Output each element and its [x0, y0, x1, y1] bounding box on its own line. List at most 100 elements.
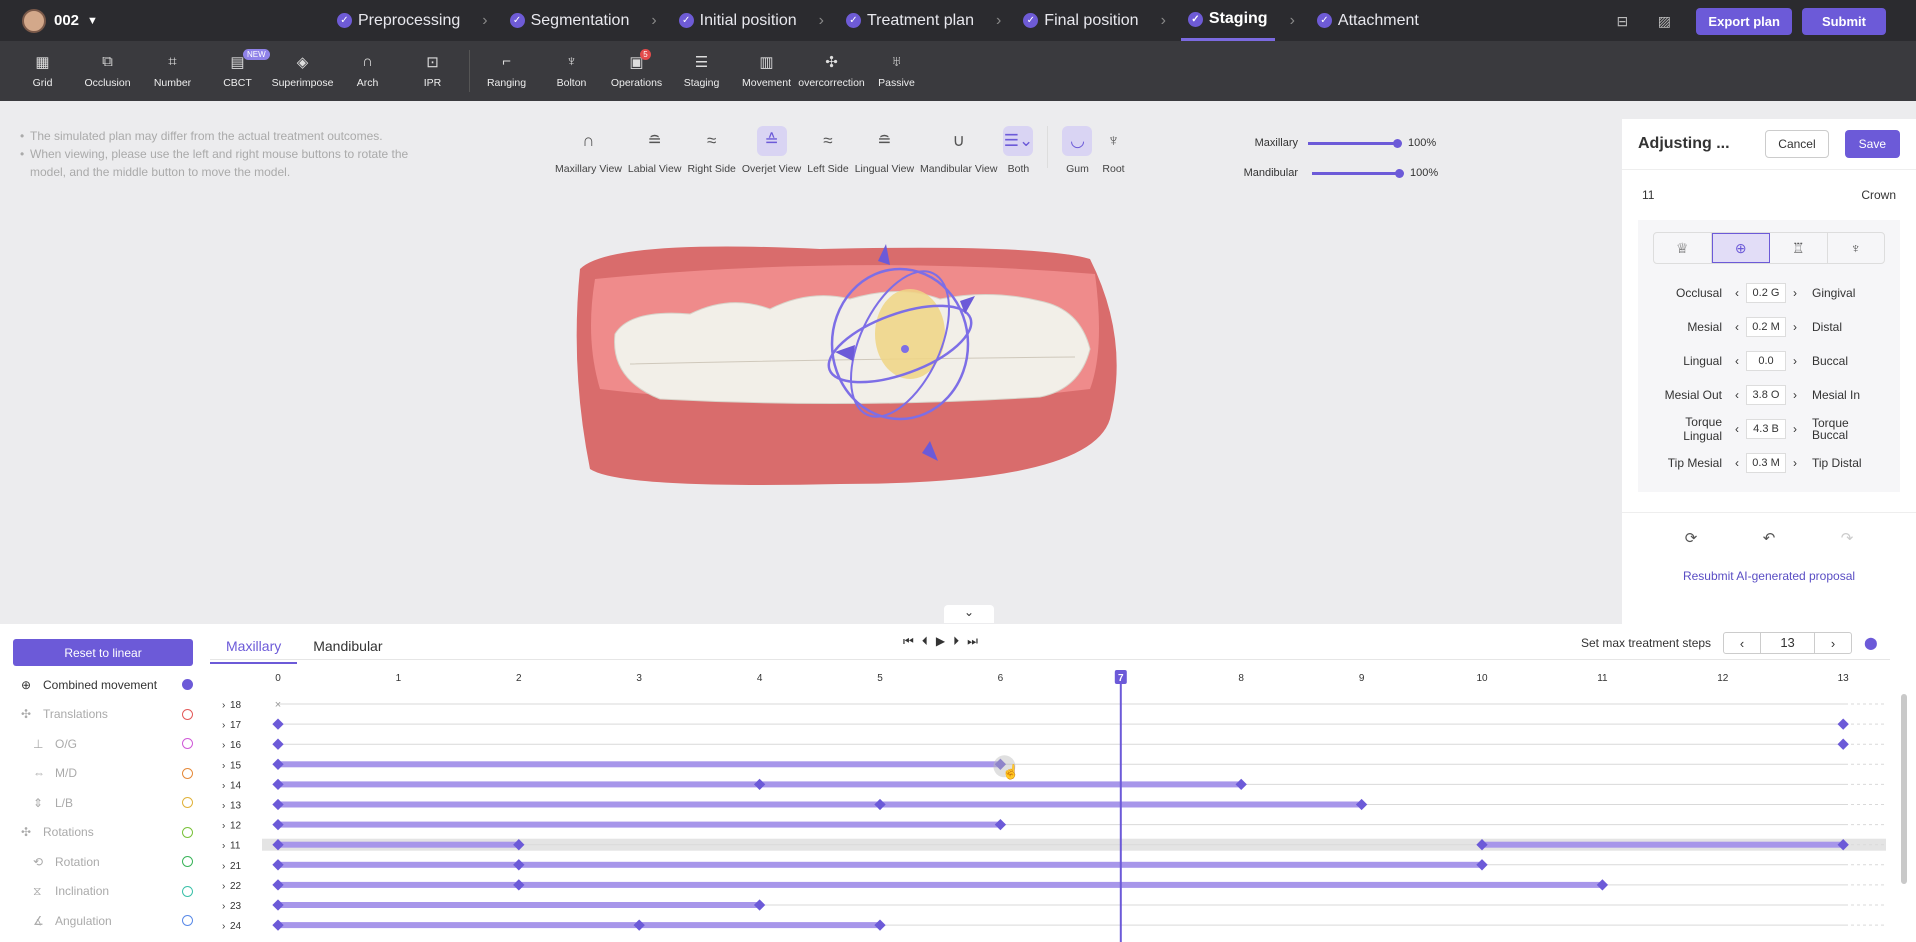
- reset-icon[interactable]: ⟳: [1685, 529, 1698, 547]
- slider-handle[interactable]: [1395, 168, 1404, 178]
- stage-keypoint[interactable]: [272, 758, 284, 770]
- movement-filter-rotations[interactable]: ✣ Rotations: [13, 818, 193, 848]
- tool-movement[interactable]: ▥ Movement: [734, 53, 799, 89]
- root-tab-icon[interactable]: ♖: [1770, 233, 1828, 263]
- movement-bar[interactable]: [278, 821, 1001, 828]
- stage-keypoint[interactable]: [513, 879, 525, 891]
- adjust-value-input[interactable]: 0.3 M: [1746, 453, 1786, 473]
- step-initial-position[interactable]: ✓ Initial position: [672, 0, 804, 41]
- increment-icon[interactable]: ›: [1815, 636, 1851, 651]
- image-icon[interactable]: ▨: [1654, 12, 1674, 32]
- row-expand-icon[interactable]: ›: [222, 780, 225, 791]
- stage-keypoint[interactable]: [1476, 859, 1488, 871]
- stage-keypoint[interactable]: [753, 778, 766, 791]
- stage-keypoint[interactable]: [633, 919, 645, 931]
- row-expand-icon[interactable]: ›: [222, 821, 225, 832]
- tool-staging[interactable]: ☰ Staging: [669, 53, 734, 89]
- stage-keypoint[interactable]: [874, 798, 886, 811]
- step-segmentation[interactable]: ✓ Segmentation: [503, 0, 637, 41]
- adjust-value-input[interactable]: 4.3 B: [1746, 419, 1786, 439]
- movement-filter-m-d[interactable]: ⇔ M/D: [13, 759, 193, 789]
- row-expand-icon[interactable]: ›: [222, 760, 225, 771]
- step-preprocessing[interactable]: ✓ Preprocessing: [330, 0, 467, 41]
- teeth-model[interactable]: [570, 239, 1130, 499]
- maxillary-slider[interactable]: [1308, 138, 1402, 148]
- step-final-position[interactable]: ✓ Final position: [1016, 0, 1145, 41]
- stage-keypoint[interactable]: [272, 899, 284, 911]
- stage-keypoint[interactable]: [272, 738, 284, 750]
- stage-keypoint[interactable]: [513, 859, 525, 871]
- view-labial-view[interactable]: ≘ Labial View: [628, 126, 682, 175]
- chevron-right-icon[interactable]: ›: [1788, 320, 1802, 334]
- submit-button[interactable]: Submit: [1801, 8, 1886, 35]
- export-plan-button[interactable]: Export plan: [1696, 8, 1792, 35]
- tool-bolton[interactable]: ♆ Bolton: [539, 53, 604, 89]
- movement-filter-angulation[interactable]: ∡ Angulation: [13, 906, 193, 936]
- stage-keypoint[interactable]: [272, 778, 284, 791]
- movement-filter-combined-movement[interactable]: ⊕ Combined movement: [13, 670, 193, 700]
- max-steps-value[interactable]: 13: [1760, 632, 1816, 654]
- stage-keypoint[interactable]: [272, 718, 284, 730]
- row-expand-icon[interactable]: ›: [222, 861, 225, 872]
- tool-ranging[interactable]: ⌐ Ranging: [474, 53, 539, 89]
- adjust-value-input[interactable]: 0.0: [1746, 351, 1786, 371]
- row-expand-icon[interactable]: ›: [222, 881, 225, 892]
- tooth-tab-icon[interactable]: ♆: [1828, 233, 1885, 263]
- collapse-timeline-button[interactable]: ⌄: [944, 605, 994, 623]
- chevron-right-icon[interactable]: ›: [1788, 354, 1802, 368]
- gizmo-tab-icon[interactable]: ⊕: [1711, 233, 1770, 263]
- row-expand-icon[interactable]: ›: [222, 841, 225, 852]
- row-expand-icon[interactable]: ›: [222, 720, 225, 731]
- view-root[interactable]: ♆ Root: [1098, 126, 1128, 175]
- stage-keypoint[interactable]: [272, 798, 284, 811]
- tool-occlusion[interactable]: ⧉ Occlusion: [75, 53, 140, 89]
- movement-bar[interactable]: [278, 801, 1362, 808]
- stage-keypoint[interactable]: [272, 879, 284, 891]
- row-expand-icon[interactable]: ›: [222, 740, 225, 751]
- row-expand-icon[interactable]: ›: [222, 901, 225, 912]
- undo-icon[interactable]: ↶: [1763, 529, 1776, 547]
- view-both[interactable]: ☰⌄ Both: [1003, 126, 1034, 175]
- stage-keypoint[interactable]: [1235, 778, 1247, 791]
- crown-tab-icon[interactable]: ♕: [1654, 233, 1712, 263]
- chevron-left-icon[interactable]: ‹: [1730, 320, 1744, 334]
- tool-superimpose[interactable]: ◈ Superimpose: [270, 53, 335, 89]
- view-maxillary-view[interactable]: ∩ Maxillary View: [555, 126, 622, 175]
- movement-bar[interactable]: [278, 902, 760, 908]
- adjust-value-input[interactable]: 0.2 M: [1746, 317, 1786, 337]
- tool-ipr[interactable]: ⊡ IPR: [400, 53, 465, 89]
- tool-arch[interactable]: ∩ Arch: [335, 53, 400, 89]
- stage-keypoint[interactable]: [1837, 738, 1849, 750]
- step-staging[interactable]: ✓ Staging: [1180, 0, 1275, 41]
- redo-icon[interactable]: ↷: [1841, 529, 1854, 547]
- stage-keypoint[interactable]: [272, 859, 284, 871]
- view-overjet-view[interactable]: ≙ Overjet View: [742, 126, 801, 175]
- chevron-right-icon[interactable]: ›: [1788, 422, 1802, 436]
- tool-overcorrection[interactable]: ✣ overcorrection: [798, 53, 865, 89]
- adjust-value-input[interactable]: 3.8 O: [1746, 385, 1786, 405]
- view-mandibular-view[interactable]: ∪ Mandibular View: [920, 126, 997, 175]
- row-expand-icon[interactable]: ›: [222, 700, 225, 711]
- stage-keypoint[interactable]: [874, 919, 886, 931]
- skip-to-end-icon[interactable]: ⏭: [967, 634, 978, 649]
- adjust-value-input[interactable]: 0.2 G: [1746, 283, 1786, 303]
- view-lingual-view[interactable]: ≘ Lingual View: [855, 126, 914, 175]
- max-steps-stepper[interactable]: ‹ 13 ›: [1723, 632, 1853, 654]
- stage-keypoint[interactable]: [1355, 798, 1368, 811]
- view-right-side[interactable]: ≈ Right Side: [687, 126, 735, 175]
- view-left-side[interactable]: ≈ Left Side: [807, 126, 848, 175]
- tool-operations[interactable]: ▣ Operations 5: [604, 49, 669, 89]
- view-gum[interactable]: ◡ Gum: [1062, 126, 1093, 175]
- step-treatment-plan[interactable]: ✓ Treatment plan: [839, 0, 981, 41]
- reset-to-linear-button[interactable]: Reset to linear: [13, 639, 193, 666]
- mandibular-slider[interactable]: [1312, 168, 1404, 178]
- stage-keypoint[interactable]: [1596, 879, 1609, 891]
- cancel-button[interactable]: Cancel: [1765, 130, 1829, 158]
- movement-bar[interactable]: [278, 861, 1482, 868]
- skip-to-start-icon[interactable]: ⏮: [903, 634, 914, 649]
- movement-bar[interactable]: [278, 761, 1001, 768]
- save-button[interactable]: Save: [1844, 130, 1900, 158]
- movement-bar[interactable]: [1482, 841, 1844, 848]
- chevron-right-icon[interactable]: ›: [1788, 456, 1802, 470]
- chevron-left-icon[interactable]: ‹: [1730, 456, 1744, 470]
